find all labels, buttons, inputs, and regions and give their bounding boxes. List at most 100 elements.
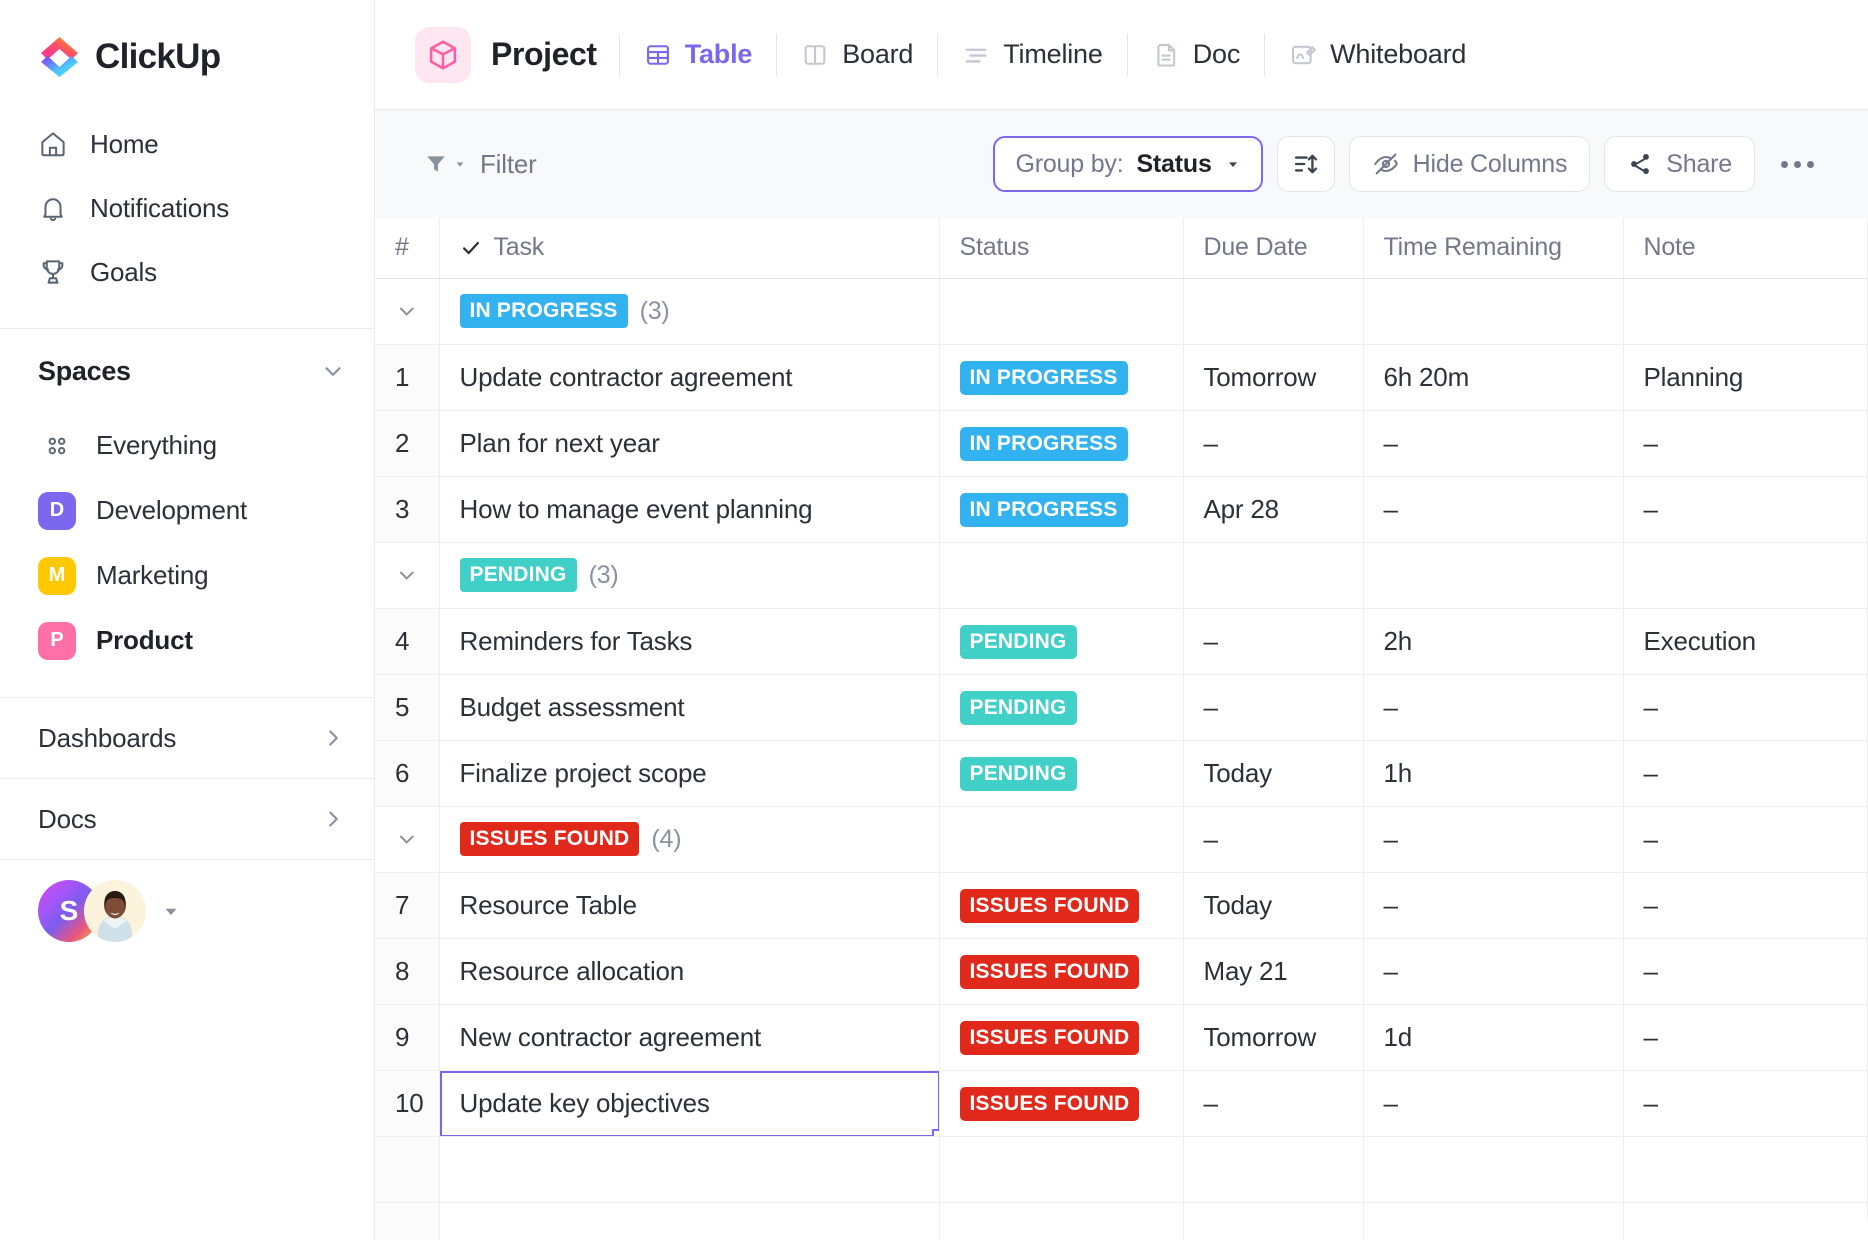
nav-item-notifications[interactable]: Notifications xyxy=(38,176,374,240)
tab-board[interactable]: Board xyxy=(777,25,937,85)
group-collapse-cell[interactable] xyxy=(375,806,440,873)
task-status-cell[interactable]: PENDING xyxy=(939,608,1184,675)
task-name-cell[interactable]: Resource allocation xyxy=(439,938,940,1005)
group-header-row[interactable]: IN PROGRESS (3) xyxy=(375,278,1868,345)
task-status-cell[interactable] xyxy=(939,1202,1184,1240)
table-row[interactable]: 7 Resource Table ISSUES FOUND Today – – xyxy=(375,872,1868,939)
task-status-cell[interactable]: IN PROGRESS xyxy=(939,410,1184,477)
more-options-button[interactable] xyxy=(1769,136,1826,192)
space-item-marketing[interactable]: M Marketing xyxy=(38,543,374,608)
task-name-cell[interactable]: Update contractor agreement xyxy=(439,344,940,411)
group-collapse-cell[interactable] xyxy=(375,278,440,345)
task-status-cell[interactable]: PENDING xyxy=(939,674,1184,741)
task-name-cell[interactable]: Finalize project scope xyxy=(439,740,940,807)
task-name-cell[interactable]: Plan for next year xyxy=(439,410,940,477)
task-note-cell[interactable]: – xyxy=(1623,740,1868,807)
task-status-cell[interactable] xyxy=(939,1136,1184,1203)
chevron-right-icon[interactable] xyxy=(320,725,346,751)
group-header-row[interactable]: ISSUES FOUND (4) – – – xyxy=(375,806,1868,873)
task-name-cell[interactable]: New contractor agreement xyxy=(439,1004,940,1071)
task-due-date-cell[interactable] xyxy=(1183,1136,1364,1203)
task-due-date-cell[interactable]: – xyxy=(1183,1070,1364,1137)
task-name-cell[interactable]: How to manage event planning xyxy=(439,476,940,543)
task-time-remaining-cell[interactable]: 6h 20m xyxy=(1363,344,1624,411)
task-name-cell[interactable] xyxy=(439,1202,940,1240)
spaces-section-header[interactable]: Spaces xyxy=(38,329,374,413)
task-note-cell[interactable]: – xyxy=(1623,872,1868,939)
task-time-remaining-cell[interactable]: – xyxy=(1363,476,1624,543)
group-label-cell[interactable]: PENDING (3) xyxy=(439,542,940,609)
task-name-cell[interactable] xyxy=(439,1136,940,1203)
task-name-cell[interactable]: Budget assessment xyxy=(439,674,940,741)
task-note-cell[interactable] xyxy=(1623,1202,1868,1240)
table-row[interactable]: 10 Update key objectives ISSUES FOUND – – – xyxy=(375,1070,1868,1137)
column-header-note[interactable]: Note xyxy=(1623,218,1868,279)
filter-button[interactable]: Filter xyxy=(415,139,545,190)
column-header-time-remaining[interactable]: Time Remaining xyxy=(1363,218,1624,279)
task-name-cell[interactable]: Resource Table xyxy=(439,872,940,939)
task-due-date-cell[interactable]: Apr 28 xyxy=(1183,476,1364,543)
task-note-cell[interactable]: – xyxy=(1623,938,1868,1005)
task-due-date-cell[interactable] xyxy=(1183,1202,1364,1240)
task-status-cell[interactable]: PENDING xyxy=(939,740,1184,807)
table-row[interactable]: 5 Budget assessment PENDING – – – xyxy=(375,674,1868,741)
task-due-date-cell[interactable]: – xyxy=(1183,608,1364,675)
chevron-down-icon[interactable] xyxy=(160,900,182,922)
task-note-cell[interactable] xyxy=(1623,1136,1868,1203)
task-note-cell[interactable]: Execution xyxy=(1623,608,1868,675)
task-note-cell[interactable]: – xyxy=(1623,410,1868,477)
task-time-remaining-cell[interactable]: 1d xyxy=(1363,1004,1624,1071)
table-row[interactable]: 3 How to manage event planning IN PROGRESS… xyxy=(375,476,1868,543)
table-row[interactable]: 4 Reminders for Tasks PENDING –2h Execution xyxy=(375,608,1868,675)
task-due-date-cell[interactable]: – xyxy=(1183,674,1364,741)
task-status-cell[interactable]: IN PROGRESS xyxy=(939,476,1184,543)
avatar-photo[interactable] xyxy=(84,880,146,942)
task-note-cell[interactable]: – xyxy=(1623,1004,1868,1071)
chevron-down-icon[interactable] xyxy=(395,562,419,588)
task-time-remaining-cell[interactable]: – xyxy=(1363,872,1624,939)
group-label-cell[interactable]: ISSUES FOUND (4) xyxy=(439,806,940,873)
task-due-date-cell[interactable]: Tomorrow xyxy=(1183,344,1364,411)
table-row[interactable]: 1 Update contractor agreement IN PROGRESS T… xyxy=(375,344,1868,411)
table-empty-row[interactable] xyxy=(375,1202,1868,1240)
table-row[interactable]: 6 Finalize project scope PENDING Today 1h – xyxy=(375,740,1868,807)
app-logo[interactable]: ClickUp xyxy=(38,0,374,108)
task-note-cell[interactable]: Planning xyxy=(1623,344,1868,411)
table-row[interactable]: 8 Resource allocation ISSUES FOUND May 21– – xyxy=(375,938,1868,1005)
hide-columns-button[interactable]: Hide Columns xyxy=(1348,136,1591,192)
fill-handle[interactable] xyxy=(931,1128,938,1135)
task-note-cell[interactable]: – xyxy=(1623,476,1868,543)
column-header-due-date[interactable]: Due Date xyxy=(1183,218,1364,279)
task-due-date-cell[interactable]: May 21 xyxy=(1183,938,1364,1005)
task-time-remaining-cell[interactable]: – xyxy=(1363,674,1624,741)
task-due-date-cell[interactable]: – xyxy=(1183,410,1364,477)
task-time-remaining-cell[interactable] xyxy=(1363,1136,1624,1203)
tab-table[interactable]: Table xyxy=(620,25,777,85)
share-button[interactable]: Share xyxy=(1604,136,1755,192)
column-header-number[interactable]: # xyxy=(375,218,440,279)
nav-item-home[interactable]: Home xyxy=(38,112,374,176)
sidebar-item-dashboards[interactable]: Dashboards xyxy=(38,698,374,778)
sidebar-item-docs[interactable]: Docs xyxy=(38,779,374,859)
table-row[interactable]: 2 Plan for next year IN PROGRESS – – – xyxy=(375,410,1868,477)
table-row[interactable]: 9 New contractor agreement ISSUES FOUND Tom… xyxy=(375,1004,1868,1071)
chevron-down-icon[interactable] xyxy=(395,298,419,324)
task-time-remaining-cell[interactable]: – xyxy=(1363,938,1624,1005)
task-note-cell[interactable]: – xyxy=(1623,674,1868,741)
column-header-status[interactable]: Status xyxy=(939,218,1184,279)
task-status-cell[interactable]: ISSUES FOUND xyxy=(939,1070,1184,1137)
task-note-cell[interactable]: – xyxy=(1623,1070,1868,1137)
task-name-cell[interactable]: Reminders for Tasks xyxy=(439,608,940,675)
group-header-row[interactable]: PENDING (3) xyxy=(375,542,1868,609)
group-collapse-cell[interactable] xyxy=(375,542,440,609)
group-label-cell[interactable]: IN PROGRESS (3) xyxy=(439,278,940,345)
task-time-remaining-cell[interactable]: – xyxy=(1363,410,1624,477)
task-time-remaining-cell[interactable]: 2h xyxy=(1363,608,1624,675)
tab-timeline[interactable]: Timeline xyxy=(938,25,1126,85)
task-time-remaining-cell[interactable]: – xyxy=(1363,1070,1624,1137)
space-item-product[interactable]: P Product xyxy=(38,608,374,673)
task-status-cell[interactable]: IN PROGRESS xyxy=(939,344,1184,411)
group-by-button[interactable]: Group by: Status xyxy=(993,136,1263,192)
user-avatars[interactable]: S xyxy=(38,860,374,956)
task-due-date-cell[interactable]: Today xyxy=(1183,740,1364,807)
